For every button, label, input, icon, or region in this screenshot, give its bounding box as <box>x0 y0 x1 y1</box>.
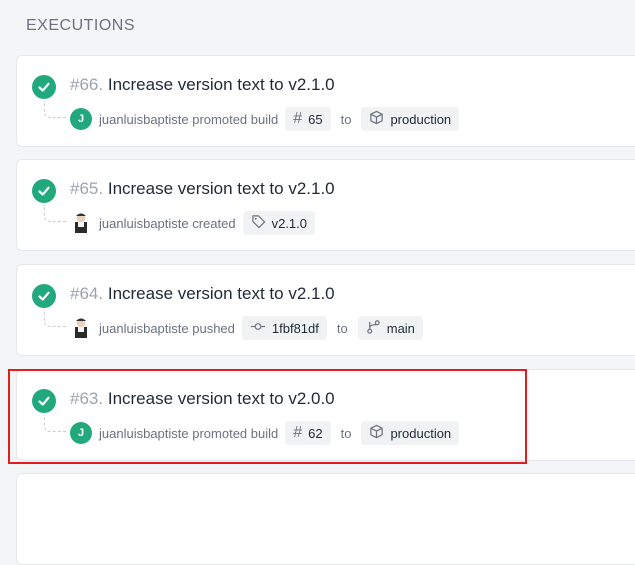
to-label: to <box>340 425 352 441</box>
execution-number: 64. <box>79 284 104 303</box>
connector-line <box>44 101 67 118</box>
branch-icon <box>366 319 381 337</box>
execution-title-text: Increase version text to v2.0.0 <box>107 389 335 408</box>
execution-meta: juanluisbaptiste pushed 1fbf81df to main <box>70 316 423 340</box>
check-icon <box>32 179 56 203</box>
avatar <box>70 212 92 234</box>
execution-card[interactable]: #65. Increase version text to v2.1.0 jua… <box>16 159 635 251</box>
target-label: production <box>390 111 452 127</box>
tag-label: v2.1.0 <box>271 215 308 231</box>
execution-title[interactable]: #65. Increase version text to v2.1.0 <box>70 179 335 199</box>
build-label: 62 <box>308 425 323 441</box>
hash-icon: # <box>293 424 303 441</box>
actor-text: juanluisbaptiste created <box>99 215 236 231</box>
commit-label: 1fbf81df <box>271 320 319 336</box>
branch-chip[interactable]: main <box>357 316 423 340</box>
execution-meta: J juanluisbaptiste promoted build # 65 t… <box>70 107 460 131</box>
target-label: production <box>390 425 452 441</box>
actor-text: juanluisbaptiste promoted build <box>99 425 279 441</box>
execution-card[interactable]: #64. Increase version text to v2.1.0 jua… <box>16 264 635 356</box>
box-icon <box>369 424 384 442</box>
execution-title[interactable]: #64. Increase version text to v2.1.0 <box>70 284 335 304</box>
tag-icon <box>251 214 266 232</box>
check-icon <box>32 284 56 308</box>
execution-card[interactable]: #66. Increase version text to v2.1.0 J j… <box>16 55 635 147</box>
check-icon <box>32 389 56 413</box>
tag-chip[interactable]: v2.1.0 <box>242 211 316 235</box>
execution-title-text: Increase version text to v2.1.0 <box>107 179 335 198</box>
avatar: J <box>70 422 92 444</box>
box-icon <box>369 110 384 128</box>
to-label: to <box>340 111 352 127</box>
actor-text: juanluisbaptiste pushed <box>99 320 235 336</box>
execution-card[interactable]: #63. Increase version text to v2.0.0 J j… <box>16 369 635 461</box>
hash-icon: # <box>293 110 303 127</box>
connector-line <box>44 310 67 327</box>
build-chip[interactable]: # 65 <box>285 107 331 131</box>
execution-title-text: Increase version text to v2.1.0 <box>107 284 335 303</box>
connector-line <box>44 415 67 432</box>
to-label: to <box>336 320 348 336</box>
execution-title[interactable]: #63. Increase version text to v2.0.0 <box>70 389 335 409</box>
check-icon <box>32 75 56 99</box>
execution-title-text: Increase version text to v2.1.0 <box>107 75 335 94</box>
execution-number: 63. <box>79 389 104 408</box>
section-title: EXECUTIONS <box>26 17 136 34</box>
execution-card-partial <box>16 473 635 565</box>
execution-title[interactable]: #66. Increase version text to v2.1.0 <box>70 75 335 95</box>
execution-number: 66. <box>79 75 104 94</box>
branch-label: main <box>386 320 415 336</box>
build-chip[interactable]: # 62 <box>285 421 331 445</box>
target-chip[interactable]: production <box>361 107 460 131</box>
commit-icon <box>250 319 266 337</box>
build-label: 65 <box>308 111 323 127</box>
execution-number: 65. <box>79 179 104 198</box>
execution-meta: juanluisbaptiste created v2.1.0 <box>70 211 316 235</box>
actor-text: juanluisbaptiste promoted build <box>99 111 279 127</box>
avatar: J <box>70 108 92 130</box>
execution-meta: J juanluisbaptiste promoted build # 62 t… <box>70 421 460 445</box>
avatar <box>70 317 92 339</box>
connector-line <box>44 205 67 222</box>
target-chip[interactable]: production <box>361 421 460 445</box>
commit-chip[interactable]: 1fbf81df <box>241 316 327 340</box>
